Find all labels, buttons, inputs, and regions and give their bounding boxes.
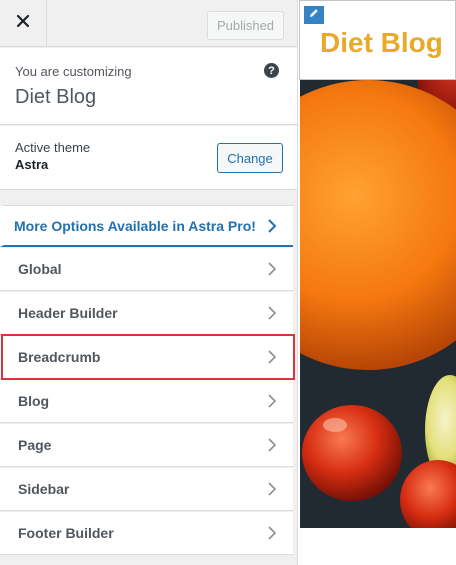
section-label: Sidebar: [18, 481, 70, 497]
section-label: Breadcrumb: [18, 349, 101, 365]
chevron-right-icon: [267, 481, 277, 497]
active-theme-name: Astra: [15, 157, 49, 172]
change-theme-button[interactable]: Change: [217, 143, 283, 173]
chevron-right-icon: [267, 261, 277, 277]
section-label: Header Builder: [18, 305, 118, 321]
help-icon[interactable]: ?: [264, 63, 279, 78]
section-page[interactable]: Page: [0, 424, 293, 467]
section-sidebar[interactable]: Sidebar: [0, 468, 293, 511]
chevron-right-icon: [267, 393, 277, 409]
astra-pro-label: More Options Available in Astra Pro!: [14, 218, 256, 234]
hero-image: [300, 80, 456, 528]
preview-site-title[interactable]: Diet Blog: [320, 27, 443, 59]
section-label: Blog: [18, 393, 50, 409]
customizer-panel: Published You are customizing Diet Blog …: [0, 0, 298, 565]
chevron-right-icon: [267, 525, 277, 541]
site-preview: Diet Blog: [299, 0, 456, 565]
astra-pro-link[interactable]: More Options Available in Astra Pro!: [0, 205, 293, 247]
section-footer-builder[interactable]: Footer Builder: [0, 512, 293, 555]
section-global[interactable]: Global: [0, 248, 293, 291]
customizer-header: Published: [0, 0, 297, 47]
chevron-right-icon: [267, 437, 277, 453]
customizing-subtitle: You are customizing: [15, 64, 132, 79]
section-header-builder[interactable]: Header Builder: [0, 292, 293, 335]
chevron-right-icon: [267, 349, 277, 365]
section-label: Global: [18, 261, 62, 277]
chevron-right-icon: [267, 305, 277, 321]
section-breadcrumb[interactable]: Breadcrumb: [0, 336, 293, 379]
close-icon: [16, 14, 30, 33]
section-label: Page: [18, 437, 52, 453]
active-theme-label: Active theme: [15, 140, 91, 155]
section-label: Footer Builder: [18, 525, 114, 541]
pencil-icon: [308, 6, 320, 24]
section-blog[interactable]: Blog: [0, 380, 293, 423]
preview-header: Diet Blog: [299, 0, 456, 80]
publish-button[interactable]: Published: [207, 11, 284, 40]
customize-info: You are customizing Diet Blog ?: [0, 48, 297, 125]
edit-shortcut-button[interactable]: [302, 4, 326, 26]
site-name: Diet Blog: [15, 86, 97, 108]
chevron-right-icon: [267, 218, 277, 234]
close-button[interactable]: [0, 0, 47, 47]
